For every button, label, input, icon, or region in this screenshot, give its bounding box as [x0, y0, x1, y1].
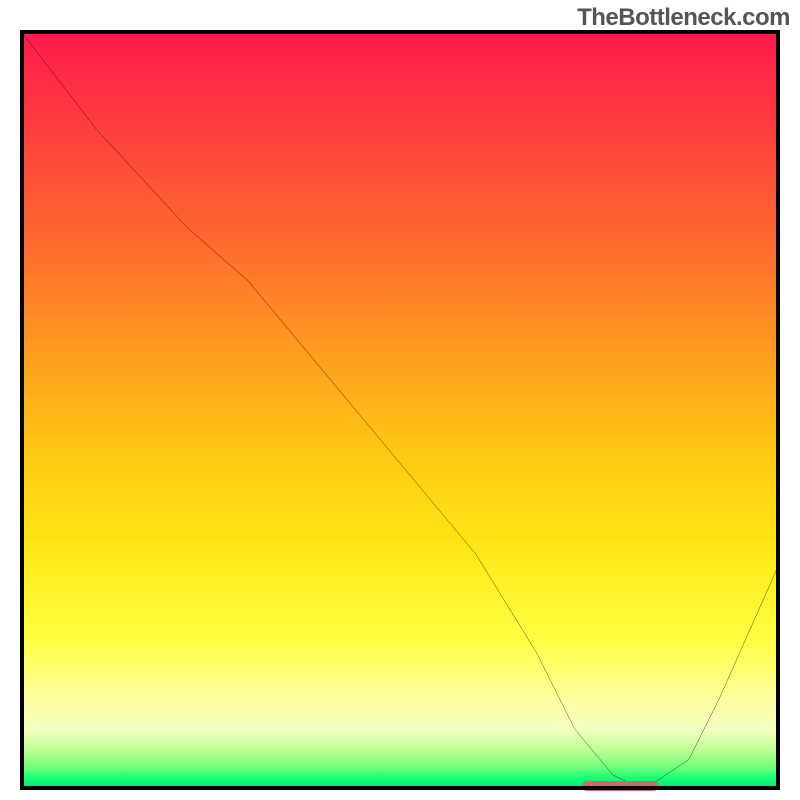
bottleneck-curve-path — [20, 30, 780, 790]
bottleneck-curve-svg — [20, 30, 780, 790]
optimal-range-marker — [582, 781, 658, 791]
plot-area — [20, 30, 780, 790]
watermark-text: TheBottleneck.com — [577, 4, 790, 32]
chart-container: TheBottleneck.com — [0, 0, 800, 800]
